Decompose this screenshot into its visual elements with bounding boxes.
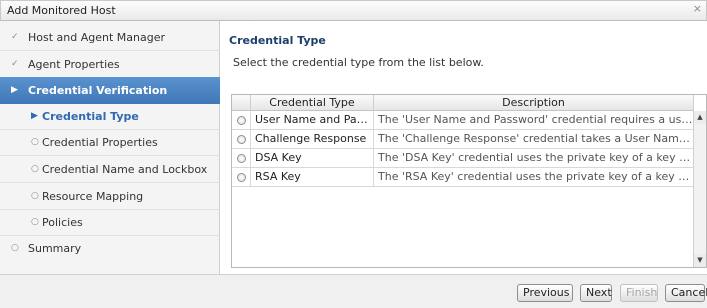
circle-icon: ○ xyxy=(31,217,39,227)
dialog-footer: Previous Next Finish Cancel xyxy=(0,274,707,308)
close-icon[interactable]: × xyxy=(693,2,702,15)
credential-type-cell: RSA Key xyxy=(251,168,374,187)
dialog-title: Add Monitored Host xyxy=(7,4,116,17)
table-row[interactable]: Challenge Response The 'Challenge Respon… xyxy=(232,130,694,149)
circle-icon: ○ xyxy=(31,164,39,174)
triangle-right-icon: ▶ xyxy=(31,111,38,121)
triangle-right-icon: ▶ xyxy=(11,85,18,95)
step-label: Agent Properties xyxy=(28,58,120,71)
step-credential-type[interactable]: ▶ Credential Type xyxy=(0,104,220,129)
step-policies[interactable]: ○ Policies xyxy=(0,210,220,235)
description-cell: The 'User Name and Password' credential … xyxy=(374,111,694,130)
radio-column-header xyxy=(232,95,251,111)
radio-button[interactable] xyxy=(232,149,251,168)
vertical-scrollbar[interactable]: ▲ ▼ xyxy=(693,111,706,267)
credential-type-cell: User Name and Password xyxy=(251,111,374,130)
description-cell: The 'Challenge Response' credential take… xyxy=(374,130,694,149)
scroll-up-icon[interactable]: ▲ xyxy=(694,111,706,124)
table-row[interactable]: DSA Key The 'DSA Key' credential uses th… xyxy=(232,149,694,168)
divider xyxy=(0,155,220,156)
checkmark-icon: ✓ xyxy=(11,32,19,42)
radio-circle-icon xyxy=(237,116,246,125)
description-cell: The 'RSA Key' credential uses the privat… xyxy=(374,168,694,187)
credential-type-cell: Challenge Response xyxy=(251,130,374,149)
step-label: Credential Properties xyxy=(42,136,158,149)
step-host-and-agent-manager[interactable]: ✓ Host and Agent Manager xyxy=(0,25,220,50)
radio-button[interactable] xyxy=(232,130,251,149)
checkmark-icon: ✓ xyxy=(11,59,19,69)
next-button[interactable]: Next xyxy=(580,284,612,302)
cancel-button[interactable]: Cancel xyxy=(665,284,707,302)
radio-circle-icon xyxy=(237,154,246,163)
wizard-steps-sidebar: ✓ Host and Agent Manager ✓ Agent Propert… xyxy=(0,21,220,274)
table-row[interactable]: User Name and Password The 'User Name an… xyxy=(232,111,694,130)
divider xyxy=(0,50,220,51)
section-title: Credential Type xyxy=(229,34,326,47)
circle-icon: ○ xyxy=(31,137,39,147)
description-cell: The 'DSA Key' credential uses the privat… xyxy=(374,149,694,168)
step-label: Credential Verification xyxy=(28,84,168,97)
step-label: Host and Agent Manager xyxy=(28,31,166,44)
previous-button[interactable]: Previous xyxy=(517,284,573,302)
step-resource-mapping[interactable]: ○ Resource Mapping xyxy=(0,184,220,209)
step-label: Resource Mapping xyxy=(42,190,144,203)
step-label: Summary xyxy=(28,242,82,255)
step-credential-properties[interactable]: ○ Credential Properties xyxy=(0,130,220,155)
finish-button[interactable]: Finish xyxy=(620,284,658,302)
circle-icon: ○ xyxy=(31,191,39,201)
instructions-text: Select the credential type from the list… xyxy=(233,56,484,69)
step-label: Credential Type xyxy=(42,110,139,123)
step-credential-name-and-lockbox[interactable]: ○ Credential Name and Lockbox xyxy=(0,157,220,182)
column-header-credential-type[interactable]: Credential Type xyxy=(251,95,374,111)
circle-icon: ○ xyxy=(11,243,19,253)
step-label: Credential Name and Lockbox xyxy=(42,163,208,176)
radio-button[interactable] xyxy=(232,111,251,130)
step-credential-verification[interactable]: ▶ Credential Verification xyxy=(0,77,220,104)
divider xyxy=(0,182,220,183)
step-summary[interactable]: ○ Summary xyxy=(0,236,220,261)
radio-circle-icon xyxy=(237,173,246,182)
main-content: Credential Type Select the credential ty… xyxy=(221,21,707,274)
column-header-description[interactable]: Description xyxy=(374,95,694,111)
credential-type-cell: DSA Key xyxy=(251,149,374,168)
scroll-down-icon[interactable]: ▼ xyxy=(694,254,706,267)
radio-button[interactable] xyxy=(232,168,251,187)
credential-type-table: Credential Type Description User Name an… xyxy=(231,94,707,268)
radio-circle-icon xyxy=(237,135,246,144)
step-label: Policies xyxy=(42,216,83,229)
table-header: Credential Type Description xyxy=(232,95,694,111)
table-row[interactable]: RSA Key The 'RSA Key' credential uses th… xyxy=(232,168,694,187)
step-agent-properties[interactable]: ✓ Agent Properties xyxy=(0,52,220,77)
dialog-titlebar: Add Monitored Host × xyxy=(0,0,707,21)
